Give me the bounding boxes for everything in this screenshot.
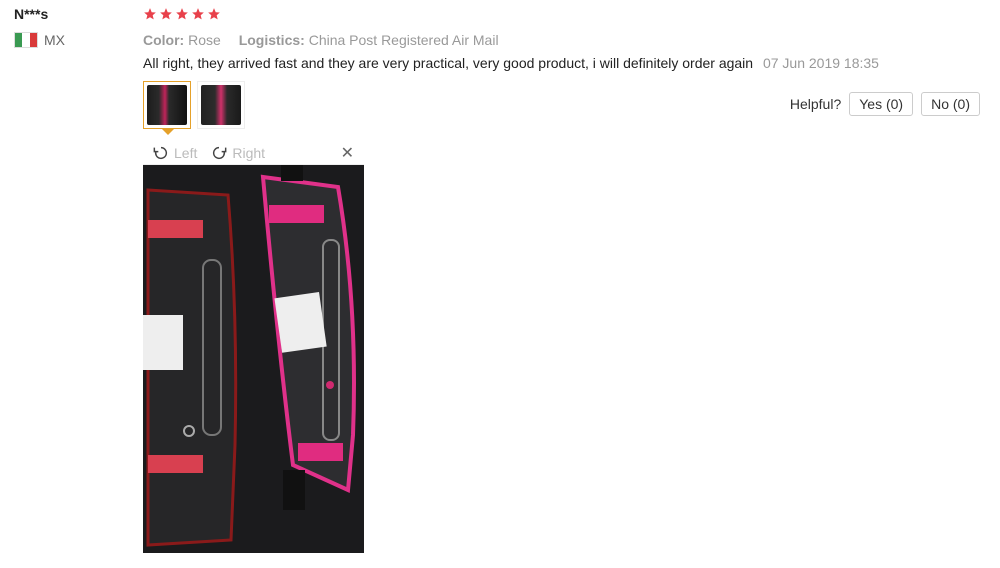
rotate-left-button[interactable]: Left: [153, 145, 197, 161]
logistics-value: China Post Registered Air Mail: [308, 32, 499, 48]
rotate-right-icon: [213, 146, 227, 160]
reviewer-info: N***s MX: [14, 6, 124, 48]
helpful-yes-button[interactable]: Yes (0): [849, 92, 914, 116]
star-icon: [159, 7, 173, 21]
helpful-label: Helpful?: [789, 96, 842, 112]
rotate-right-label: Right: [232, 145, 266, 161]
logistics-label: Logistics:: [238, 32, 305, 48]
product-photo: [143, 165, 364, 553]
close-viewer-icon[interactable]: ✕: [341, 143, 354, 163]
review-body: Color: Rose Logistics: China Post Regist…: [143, 6, 980, 135]
reviewer-country: MX: [14, 32, 124, 48]
order-meta: Color: Rose Logistics: China Post Regist…: [143, 32, 980, 48]
rotate-left-icon: [153, 146, 168, 160]
reviewer-name: N***s: [14, 6, 49, 22]
photo-viewer: Left Right ✕: [143, 142, 364, 553]
review-text: All right, they arrived fast and they ar…: [143, 55, 754, 71]
star-icon: [207, 7, 221, 21]
rotate-left-label: Left: [174, 145, 198, 161]
star-rating: [143, 7, 980, 21]
country-code: MX: [44, 32, 65, 48]
helpful-votes: Helpful? Yes (0) No (0): [790, 92, 980, 116]
thumbnail-1[interactable]: [143, 81, 191, 135]
rotate-right-button[interactable]: Right: [211, 145, 265, 161]
star-icon: [191, 7, 205, 21]
review-text-row: All right, they arrived fast and they ar…: [143, 55, 980, 71]
star-icon: [143, 7, 157, 21]
viewer-toolbar: Left Right ✕: [143, 142, 364, 165]
helpful-no-button[interactable]: No (0): [921, 92, 980, 116]
color-value: Rose: [188, 32, 221, 48]
color-label: Color:: [143, 32, 185, 48]
thumbnail-2[interactable]: [197, 81, 245, 129]
review-date: 07 Jun 2019 18:35: [762, 55, 879, 71]
mexico-flag-icon: [14, 32, 38, 48]
star-icon: [175, 7, 189, 21]
